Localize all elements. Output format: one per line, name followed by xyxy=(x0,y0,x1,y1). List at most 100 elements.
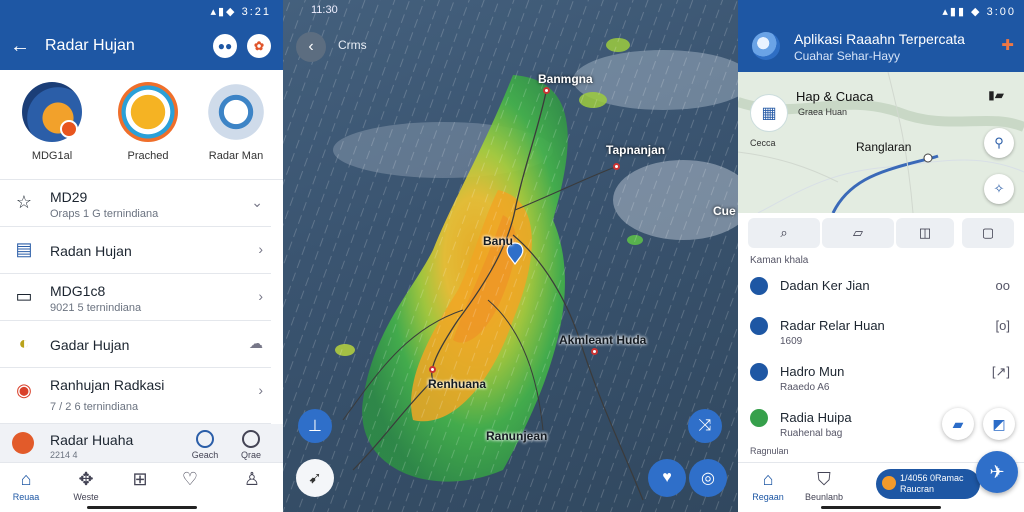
nav-home[interactable]: ⌂ Reuaa xyxy=(4,469,48,502)
radar-app-icon xyxy=(22,82,82,142)
feature-forecast[interactable]: Prached xyxy=(108,82,188,162)
feature-radar-man[interactable]: Radar Man xyxy=(196,82,276,162)
chat-bubble-icon: ▰ xyxy=(952,415,964,432)
list-item-title: Dadan Ker Jian xyxy=(780,278,870,293)
chevron-right-icon: › xyxy=(258,382,263,398)
chevron-down-icon[interactable]: ⌄ xyxy=(251,194,263,211)
layers-button[interactable]: ⊥ xyxy=(298,409,332,443)
chat-icon[interactable]: ●● xyxy=(213,34,237,58)
back-button[interactable]: ‹ xyxy=(296,32,326,62)
map-city-label: Ranglaran xyxy=(856,140,912,154)
radar-icon xyxy=(12,432,34,454)
list-item[interactable]: Hadro Mun Raaedo A6 [↗] xyxy=(738,360,1024,406)
map-marker[interactable] xyxy=(429,366,436,373)
list-item-subtitle: 9021 5 ternindiana xyxy=(50,302,142,314)
mini-map[interactable]: ▦ Hap & Cuaca Graea Huan Cecca Ranglaran… xyxy=(738,72,1024,213)
tab-edit[interactable]: ▱ xyxy=(822,218,894,248)
locate-button[interactable]: ◎ xyxy=(689,459,727,497)
nav-profile[interactable]: ♙ xyxy=(230,469,274,492)
map-label: Cue xyxy=(713,204,736,218)
mini-action[interactable]: Geach xyxy=(186,430,224,460)
mini-label: Qrae xyxy=(240,450,261,460)
link-icon[interactable]: oo xyxy=(996,278,1010,293)
list-item-title: Hadro Mun xyxy=(780,364,845,379)
mini-action[interactable]: Qrae xyxy=(232,430,270,460)
nav-favorites[interactable]: ♡ xyxy=(168,469,212,492)
radar-map-panel[interactable]: 11:30 ‹ Crms Banmgna Tapnanjan Cue Banu … xyxy=(283,0,738,512)
shuffle-button[interactable]: ⤨ xyxy=(688,409,722,443)
nav-home[interactable]: ⌂ Regaan xyxy=(746,469,790,502)
list-item[interactable]: ▤ Radan Hujan › xyxy=(0,227,271,274)
nav-shield[interactable]: ⛉ Beunlanb xyxy=(802,469,846,502)
nav-weste[interactable]: ✥ Weste xyxy=(64,469,108,502)
map-card-subtitle: Graea Huan xyxy=(798,107,848,117)
flag-icon: ▮▰ xyxy=(988,88,1004,102)
profile-icon: ♙ xyxy=(243,469,261,489)
compass-button[interactable]: ✧ xyxy=(984,174,1014,204)
gift-icon[interactable]: ✚ xyxy=(1001,36,1014,54)
cloud-icon[interactable]: ☁ xyxy=(249,335,263,352)
navigation-button[interactable]: ➹ xyxy=(296,459,334,497)
list-item-title: Gadar Hujan xyxy=(50,337,130,353)
check-icon xyxy=(750,317,768,335)
highlight-title: Radar Huaha xyxy=(50,432,134,448)
share-icon[interactable]: [↗] xyxy=(992,364,1010,380)
radar-app-home-panel: ▴▮◆ 3:21 ← Radar Hujan ●● ✿ MDG1al Prach… xyxy=(0,0,283,512)
shuffle-icon: ⤨ xyxy=(698,417,712,434)
list-item[interactable]: ☆ MD29 Oraps 1 G ternindiana ⌄ xyxy=(0,180,271,227)
list-item-title: MD29 xyxy=(50,189,88,205)
status-icons: ▴▮◆ 3:21 xyxy=(210,6,271,18)
feature-label: Radar Man xyxy=(208,150,264,162)
chat-button[interactable]: ▰ xyxy=(942,408,974,440)
pin-button[interactable]: ⚲ xyxy=(984,128,1014,158)
list-item-title: Radar Relar Huan xyxy=(780,318,885,333)
radar-list: ☆ MD29 Oraps 1 G ternindiana ⌄ ▤ Radan H… xyxy=(0,180,283,424)
list-item[interactable]: ▭ MDG1c8 9021 5 ternindiana › xyxy=(0,274,271,321)
pin-fab[interactable]: ✈ xyxy=(976,451,1018,493)
radar-pill-button[interactable]: 1/4056 0Ramac Raucran xyxy=(876,469,980,499)
pushpin-icon: ✈ xyxy=(989,461,1005,482)
map-marker[interactable] xyxy=(613,163,620,170)
list-item-subtitle: Ruahenal bag xyxy=(780,428,843,439)
weather-app-panel: ▴▮▮ ◆ 3:00 Aplikasi Raaahn Terpercata Cu… xyxy=(738,0,1024,512)
map-header-label: Crms xyxy=(338,38,367,52)
list-item[interactable]: ◐ Gadar Hujan ☁ xyxy=(0,321,271,368)
map-marker[interactable] xyxy=(591,348,598,355)
plus-box-icon: ⊞ xyxy=(132,469,148,489)
highlight-row[interactable]: Radar Huaha 2214 4 Geach Qrae xyxy=(0,424,283,462)
app-title: Aplikasi Raaahn Terpercata xyxy=(794,31,965,47)
tab-search[interactable]: ⌕ xyxy=(748,218,820,248)
status-bar: ▴▮▮ ◆ 3:00 xyxy=(738,0,1024,24)
star-icon: ☆ xyxy=(15,192,33,212)
camera-icon[interactable]: [o] xyxy=(996,318,1010,333)
feature-radar[interactable]: MDG1al xyxy=(12,82,92,162)
chevron-left-icon: ‹ xyxy=(308,38,314,55)
list-item[interactable]: Radar Relar Huan 1609 [o] xyxy=(738,314,1024,360)
map-marker[interactable] xyxy=(543,87,550,94)
shield-icon: ⛉ xyxy=(817,469,831,489)
map-label: Ranunjean xyxy=(486,429,548,443)
status-icons: ▴▮▮ ◆ 3:00 xyxy=(942,6,1016,18)
sun-icon xyxy=(882,476,896,490)
app-bar: ← Radar Hujan ●● ✿ xyxy=(0,24,283,70)
favorite-button[interactable]: ♥ xyxy=(648,459,686,497)
chat-icon: ▢ xyxy=(981,225,995,240)
mini-label: Geach xyxy=(191,450,219,460)
tab-panel[interactable]: ◫ xyxy=(896,218,954,248)
nav-label: Beunlanb xyxy=(804,492,844,502)
back-arrow-icon[interactable]: ← xyxy=(10,35,30,58)
list-item-title: MDG1c8 xyxy=(50,283,106,299)
nav-add[interactable]: ⊞ xyxy=(118,469,162,492)
tab-chat[interactable]: ▢ xyxy=(962,218,1014,248)
heart-icon: ♥ xyxy=(662,469,672,486)
chevron-right-icon: › xyxy=(258,241,263,257)
list-item-title: Ranhujan Radkasi xyxy=(50,377,165,393)
palette-icon[interactable]: ✿ xyxy=(247,34,271,58)
puzzle-icon: ✥ xyxy=(78,469,94,489)
bookmark-button[interactable]: ◩ xyxy=(983,408,1015,440)
app-subtitle: Cuahar Sehar-Hayy xyxy=(794,49,901,63)
list-item-title: Radia Huipa xyxy=(780,410,852,425)
highlight-subtitle: 2214 4 xyxy=(50,450,78,460)
list-item[interactable]: ◉ Ranhujan Radkasi 7 / 2 6 ternindiana › xyxy=(0,368,271,424)
map-card-title: Hap & Cuaca xyxy=(796,89,874,104)
